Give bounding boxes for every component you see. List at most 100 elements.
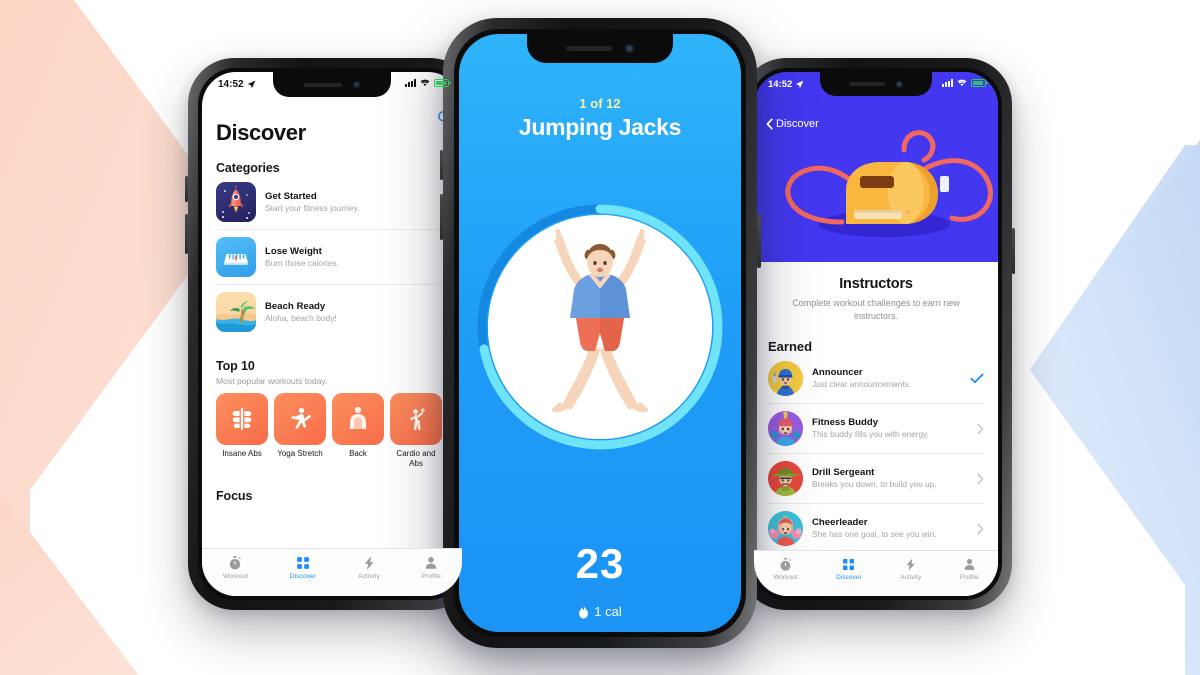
beach-illustration [216, 292, 256, 332]
right-phone-screen: 14:52 Discover Instructors Complete work… [754, 72, 998, 596]
hero-banner [754, 72, 998, 262]
list-item-text: Beach Ready Aloha, beach body! [265, 301, 337, 324]
earned-heading: Earned [768, 339, 813, 355]
tab-label: Activity [358, 573, 380, 580]
battery-icon [434, 79, 451, 87]
tab-activity[interactable]: Activity [358, 555, 380, 580]
list-item[interactable]: Get Started Start your fitness journey. [216, 175, 448, 230]
person-icon [426, 557, 437, 569]
status-bar-left: 14:52 [218, 79, 256, 90]
tab-label: Workout [773, 574, 798, 581]
status-time: 14:52 [218, 79, 244, 90]
tab-label: Profile [421, 573, 442, 580]
whistle-illustration [754, 72, 998, 262]
tile-label: Cardio and Abs [396, 449, 436, 468]
exercise-illustration-frame [488, 215, 712, 439]
yoga-pose-icon [274, 393, 326, 445]
fitness-buddy-avatar [768, 411, 803, 447]
status-time: 14:52 [768, 79, 793, 90]
person-icon [964, 558, 975, 570]
tab-bar: Workout Discover Activity Profile [202, 548, 462, 596]
tab-discover[interactable]: Discover [290, 555, 316, 580]
volume-down-button[interactable] [185, 214, 188, 254]
front-camera [352, 81, 360, 88]
workout-tile-yoga-stretch[interactable]: Yoga Stretch [274, 393, 326, 469]
jumping-jacks-figure [488, 215, 712, 439]
list-item-title: Announcer [812, 366, 863, 378]
tab-discover[interactable]: Discover [836, 557, 862, 581]
tab-label: Profile [959, 574, 979, 581]
back-button[interactable]: Discover [766, 118, 819, 130]
flame-icon [579, 604, 589, 619]
workout-tile-insane-abs[interactable]: Insane Abs [216, 393, 268, 469]
chevron-left-icon [766, 118, 773, 130]
top10-heading: Top 10 [216, 359, 255, 373]
chevron-right-icon [977, 523, 984, 534]
volume-down-button[interactable] [439, 194, 443, 240]
chevron-right-icon [977, 473, 984, 484]
tab-workout[interactable]: Workout [773, 557, 798, 581]
discover-scroll[interactable]: Discover Categories Get Started Start yo… [202, 72, 462, 596]
check-icon [970, 373, 984, 384]
tile-label: Yoga Stretch [277, 449, 323, 458]
rep-counter: 23 [575, 540, 625, 587]
top10-tiles: Insane Abs Yoga Stretch Back Cardio and … [216, 393, 448, 469]
workout-tile-cardio-and-abs[interactable]: Cardio and Abs [390, 393, 442, 469]
drill-sergeant-avatar [768, 461, 803, 497]
left-phone-screen: 14:52 Discover Categories Get Started St… [202, 72, 462, 596]
power-button[interactable] [1012, 228, 1015, 274]
earpiece-speaker [304, 82, 343, 87]
list-item-text: Fitness Buddy This buddy fills you with … [812, 417, 968, 440]
tab-bar: Workout Discover Activity Profile [754, 550, 998, 596]
cheerleader-avatar [768, 511, 803, 547]
list-item[interactable]: Cheerleader She has one goal, to see you… [768, 504, 984, 555]
phone-center: 1 of 12 Jumping Jacks 23 1 cal [439, 18, 761, 648]
cellular-bars-icon [405, 79, 416, 87]
power-button[interactable] [757, 214, 761, 268]
cardio-icon [390, 393, 442, 445]
list-item-text: Lose Weight Burn those calories. [265, 246, 339, 269]
list-item-title: Fitness Buddy [812, 416, 879, 428]
tab-activity[interactable]: Activity [900, 557, 921, 581]
page-title: Instructors [839, 276, 913, 292]
list-item-subtitle: Start your fitness journey. [265, 202, 360, 213]
notch [273, 72, 391, 97]
notch [527, 34, 673, 63]
announcer-avatar [768, 361, 803, 397]
tile-label: Insane Abs [222, 449, 262, 458]
phone-right: 14:52 Discover Instructors Complete work… [740, 58, 1015, 610]
volume-up-button[interactable] [185, 176, 188, 202]
instructors-body[interactable]: Instructors Complete workout challenges … [754, 262, 998, 596]
page-title: Discover [216, 120, 306, 145]
progress-ring [475, 202, 725, 452]
tab-profile[interactable]: Profile [422, 555, 441, 580]
list-item[interactable]: Drill Sergeant Breaks you down, to build… [768, 454, 984, 505]
wifi-icon [420, 79, 430, 87]
list-item-subtitle: Breaks you down, to build you up. [812, 479, 937, 490]
stopwatch-icon [230, 556, 242, 570]
rocket-illustration [216, 182, 256, 222]
list-item-title: Lose Weight [265, 245, 322, 257]
earpiece-speaker [565, 46, 612, 51]
grid-icon [843, 558, 855, 571]
cellular-bars-icon [942, 79, 953, 87]
volume-up-button[interactable] [439, 150, 443, 180]
workout-tile-back[interactable]: Back [332, 393, 384, 469]
grid-icon [297, 557, 310, 569]
location-arrow-icon [796, 80, 804, 89]
list-item[interactable]: Announcer Just clear announcements. [768, 354, 984, 405]
list-item-title: Cheerleader [812, 516, 868, 528]
tab-workout[interactable]: Workout [223, 555, 248, 580]
list-item[interactable]: Beach Ready Aloha, beach body! [216, 285, 448, 339]
abs-icon [216, 393, 268, 445]
list-item[interactable]: Fitness Buddy This buddy fills you with … [768, 404, 984, 455]
tab-label: Workout [222, 573, 249, 580]
battery-icon [971, 79, 988, 87]
categories-heading: Categories [216, 161, 280, 175]
tab-profile[interactable]: Profile [960, 557, 979, 581]
exercise-title: Jumping Jacks [518, 114, 682, 140]
location-arrow-icon [247, 80, 255, 89]
list-item-text: Announcer Just clear announcements. [812, 367, 961, 390]
tab-label: Discover [289, 573, 317, 580]
list-item[interactable]: Lose Weight Burn those calories. [216, 230, 448, 285]
